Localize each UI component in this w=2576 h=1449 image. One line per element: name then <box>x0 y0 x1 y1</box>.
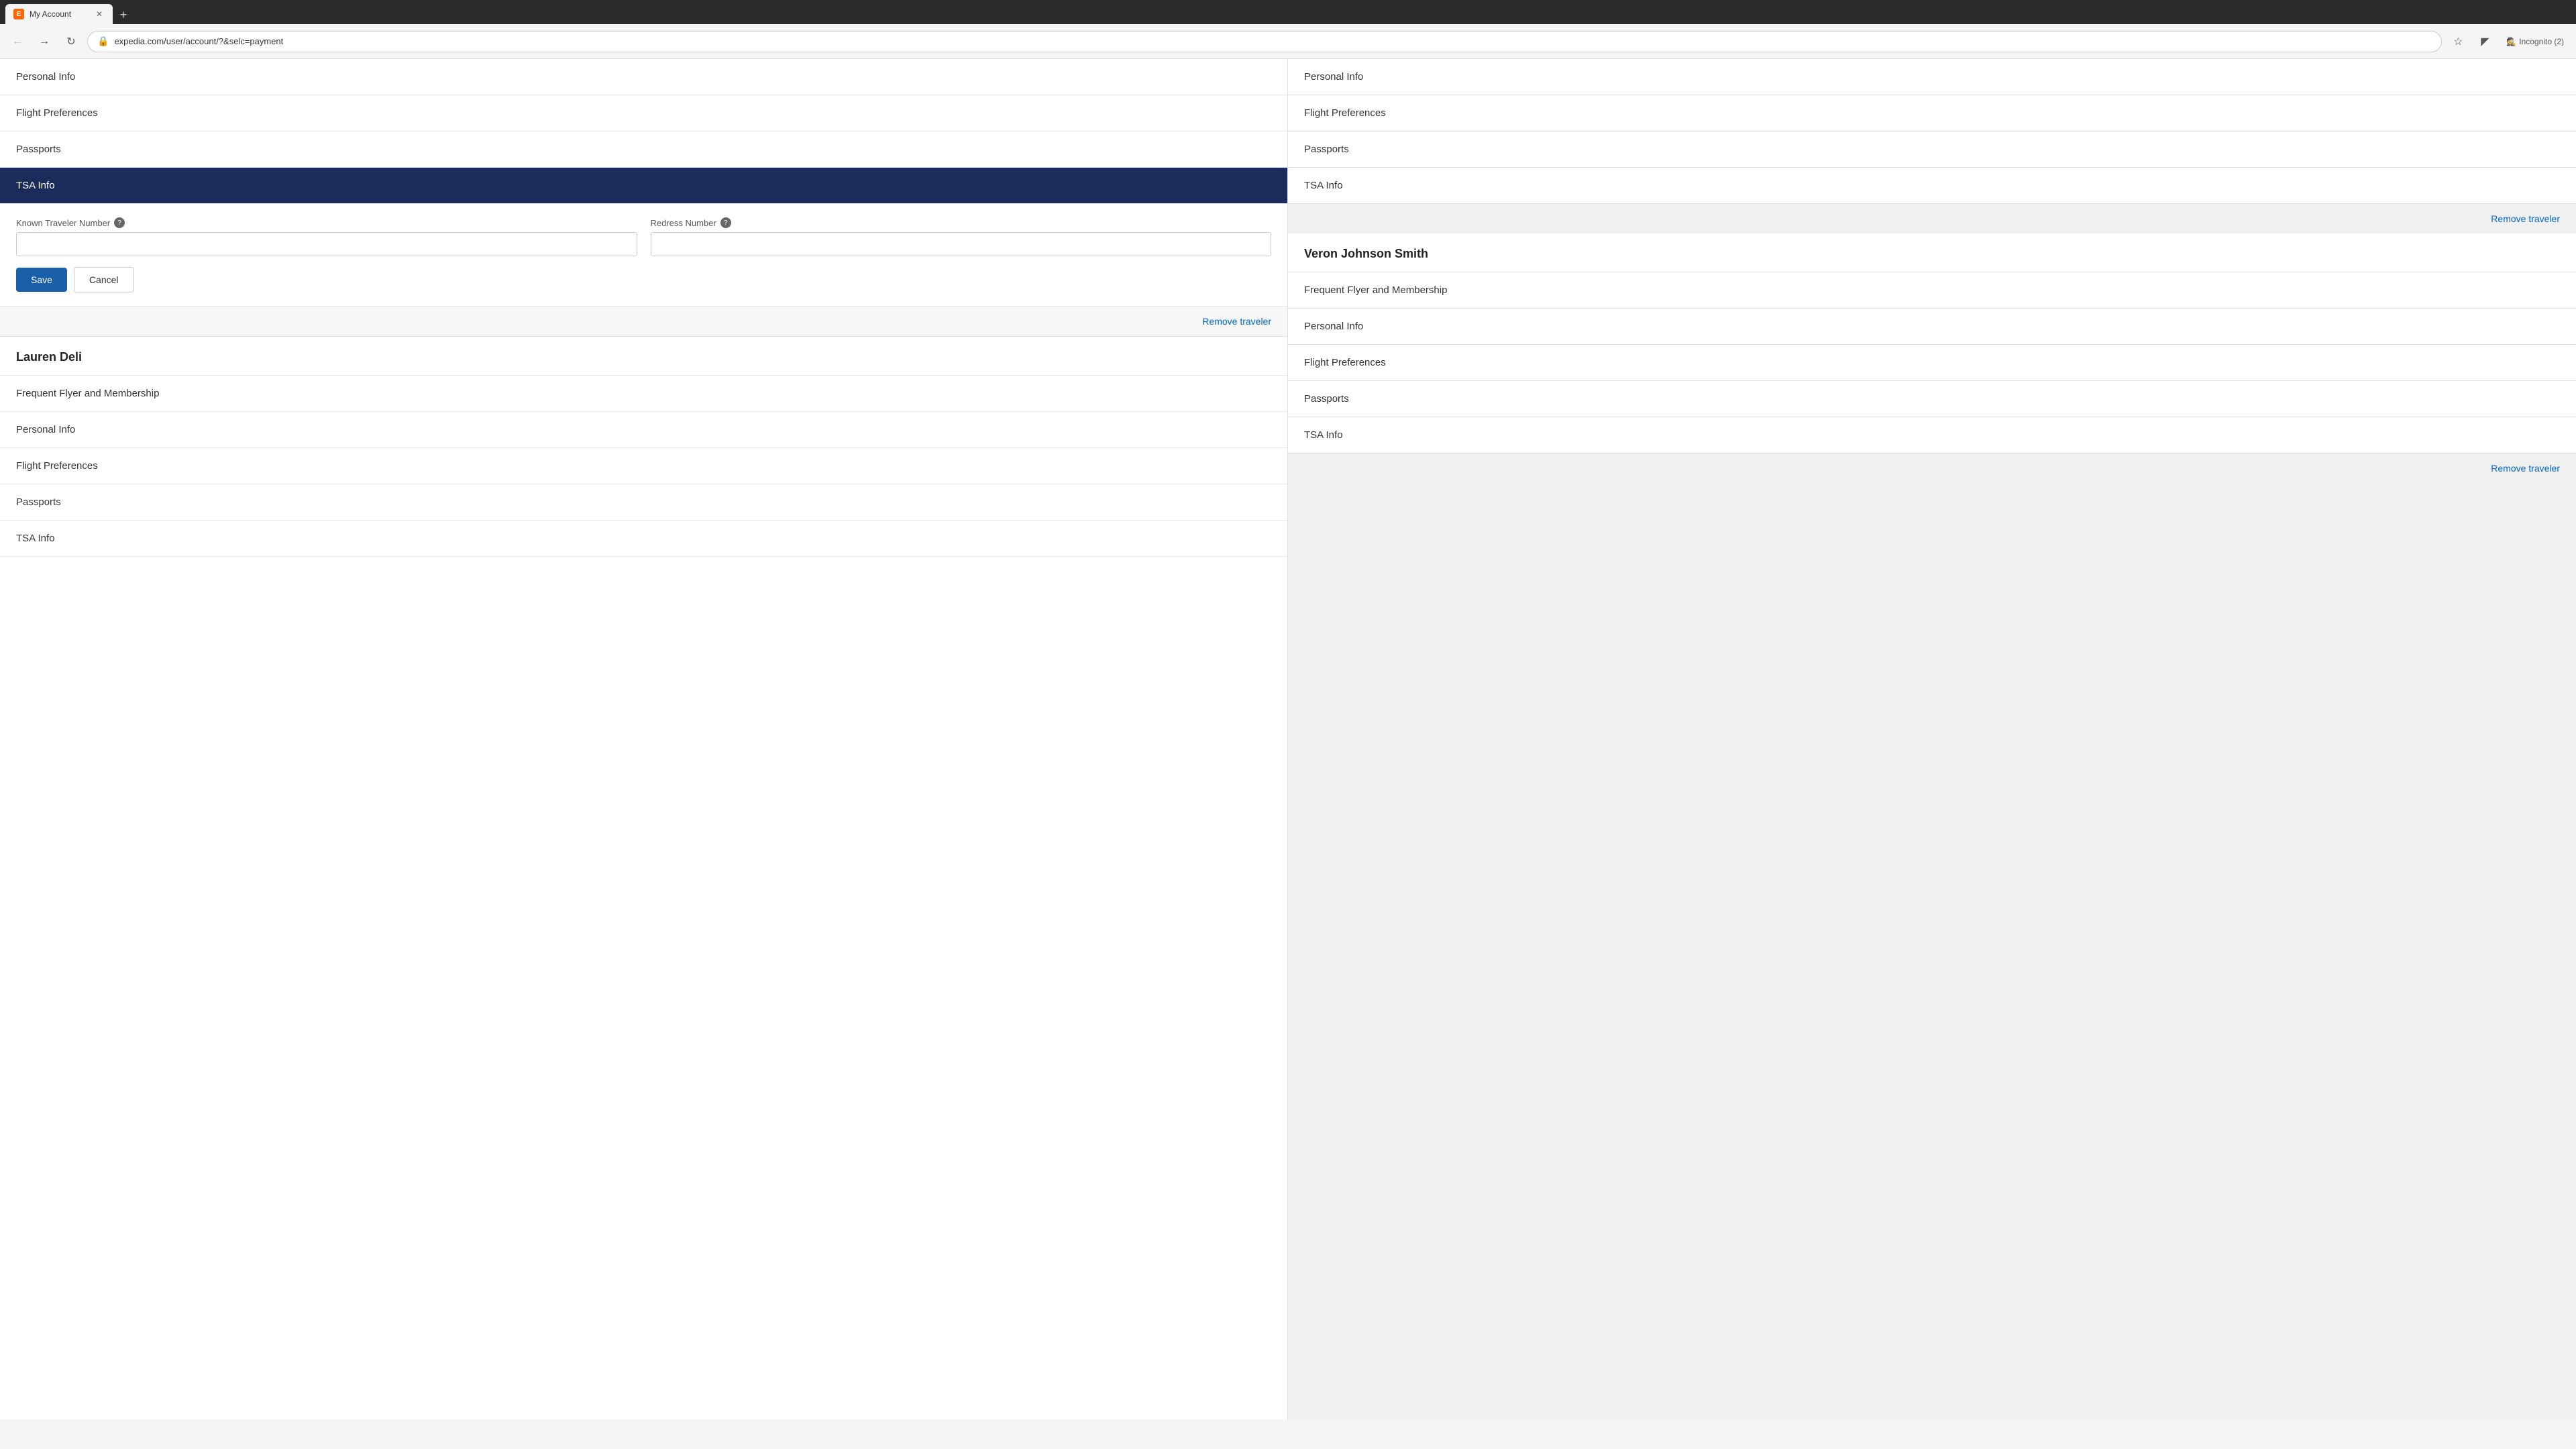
right-remove-traveler-0: Remove traveler <box>1288 204 2576 233</box>
right-flight-prefs-0[interactable]: Flight Preferences <box>1288 95 2576 131</box>
tab-bar: E My Account ✕ + <box>0 0 2576 24</box>
left-personal-info-0[interactable]: Personal Info <box>0 59 1287 95</box>
right-personal-info-1[interactable]: Personal Info <box>1288 309 2576 345</box>
known-traveler-help-icon[interactable]: ? <box>114 217 125 228</box>
url-input[interactable] <box>114 36 2432 46</box>
address-bar: 🔒 <box>87 31 2442 52</box>
reload-button[interactable]: ↻ <box>60 31 82 52</box>
right-remove-traveler-link-1[interactable]: Remove traveler <box>2491 463 2560 474</box>
right-column: Personal Info Flight Preferences Passpor… <box>1288 59 2576 1419</box>
lauren-deli-name: Lauren Deli <box>16 350 82 364</box>
left-passports-1[interactable]: Passports <box>0 484 1287 521</box>
left-remove-traveler-link-0[interactable]: Remove traveler <box>1202 316 1271 327</box>
right-frequent-flyer-1[interactable]: Frequent Flyer and Membership <box>1288 272 2576 309</box>
left-personal-info-1[interactable]: Personal Info <box>0 412 1287 448</box>
left-flight-prefs-0[interactable]: Flight Preferences <box>0 95 1287 131</box>
cancel-button[interactable]: Cancel <box>74 267 134 292</box>
left-passports-0[interactable]: Passports <box>0 131 1287 168</box>
veron-header: Veron Johnson Smith <box>1288 233 2576 272</box>
veron-name: Veron Johnson Smith <box>1304 247 1428 260</box>
known-traveler-input[interactable] <box>16 232 637 256</box>
form-buttons: Save Cancel <box>16 267 1271 292</box>
tsa-form: Known Traveler Number ? Redress Number ? <box>0 204 1287 307</box>
redress-label: Redress Number ? <box>651 217 1272 228</box>
right-traveler-section-1: Veron Johnson Smith Frequent Flyer and M… <box>1288 233 2576 483</box>
right-remove-traveler-1: Remove traveler <box>1288 453 2576 483</box>
incognito-icon: 🕵 <box>2506 37 2516 46</box>
redress-input[interactable] <box>651 232 1272 256</box>
left-traveler-section-1: Lauren Deli Frequent Flyer and Membershi… <box>0 337 1287 557</box>
incognito-button[interactable]: 🕵 Incognito (2) <box>2501 34 2569 49</box>
tab-favicon: E <box>13 9 24 19</box>
known-traveler-label: Known Traveler Number ? <box>16 217 637 228</box>
page-content: Personal Info Flight Preferences Passpor… <box>0 59 2576 1419</box>
redress-help-icon[interactable]: ? <box>720 217 731 228</box>
new-tab-button[interactable]: + <box>114 5 133 24</box>
left-remove-traveler-0: Remove traveler <box>0 307 1287 337</box>
split-view-button[interactable]: ◤ <box>2474 31 2496 52</box>
known-traveler-group: Known Traveler Number ? <box>16 217 637 256</box>
left-flight-prefs-1[interactable]: Flight Preferences <box>0 448 1287 484</box>
left-column: Personal Info Flight Preferences Passpor… <box>0 59 1288 1419</box>
right-tsa-info-1[interactable]: TSA Info <box>1288 417 2576 453</box>
back-button[interactable]: ← <box>7 31 28 52</box>
left-tsa-info-1[interactable]: TSA Info <box>0 521 1287 557</box>
right-traveler-section-0: Personal Info Flight Preferences Passpor… <box>1288 59 2576 233</box>
left-frequent-flyer-1[interactable]: Frequent Flyer and Membership <box>0 376 1287 412</box>
left-traveler-section-0: Personal Info Flight Preferences Passpor… <box>0 59 1287 337</box>
left-tsa-info-0[interactable]: TSA Info <box>0 168 1287 204</box>
right-personal-info-0[interactable]: Personal Info <box>1288 59 2576 95</box>
bookmark-button[interactable]: ☆ <box>2447 31 2469 52</box>
tab-title: My Account <box>30 9 89 19</box>
lock-icon: 🔒 <box>97 36 109 47</box>
incognito-label: Incognito (2) <box>2519 37 2564 46</box>
form-fields-row: Known Traveler Number ? Redress Number ? <box>16 217 1271 256</box>
redress-group: Redress Number ? <box>651 217 1272 256</box>
right-remove-traveler-link-0[interactable]: Remove traveler <box>2491 213 2560 224</box>
right-flight-prefs-1[interactable]: Flight Preferences <box>1288 345 2576 381</box>
active-tab[interactable]: E My Account ✕ <box>5 4 113 24</box>
forward-button[interactable]: → <box>34 31 55 52</box>
address-bar-row: ← → ↻ 🔒 ☆ ◤ 🕵 Incognito (2) <box>0 24 2576 59</box>
save-button[interactable]: Save <box>16 268 67 292</box>
lauren-deli-header: Lauren Deli <box>0 337 1287 376</box>
right-tsa-info-0[interactable]: TSA Info <box>1288 168 2576 204</box>
tab-close-button[interactable]: ✕ <box>94 9 105 19</box>
right-passports-1[interactable]: Passports <box>1288 381 2576 417</box>
right-passports-0[interactable]: Passports <box>1288 131 2576 168</box>
